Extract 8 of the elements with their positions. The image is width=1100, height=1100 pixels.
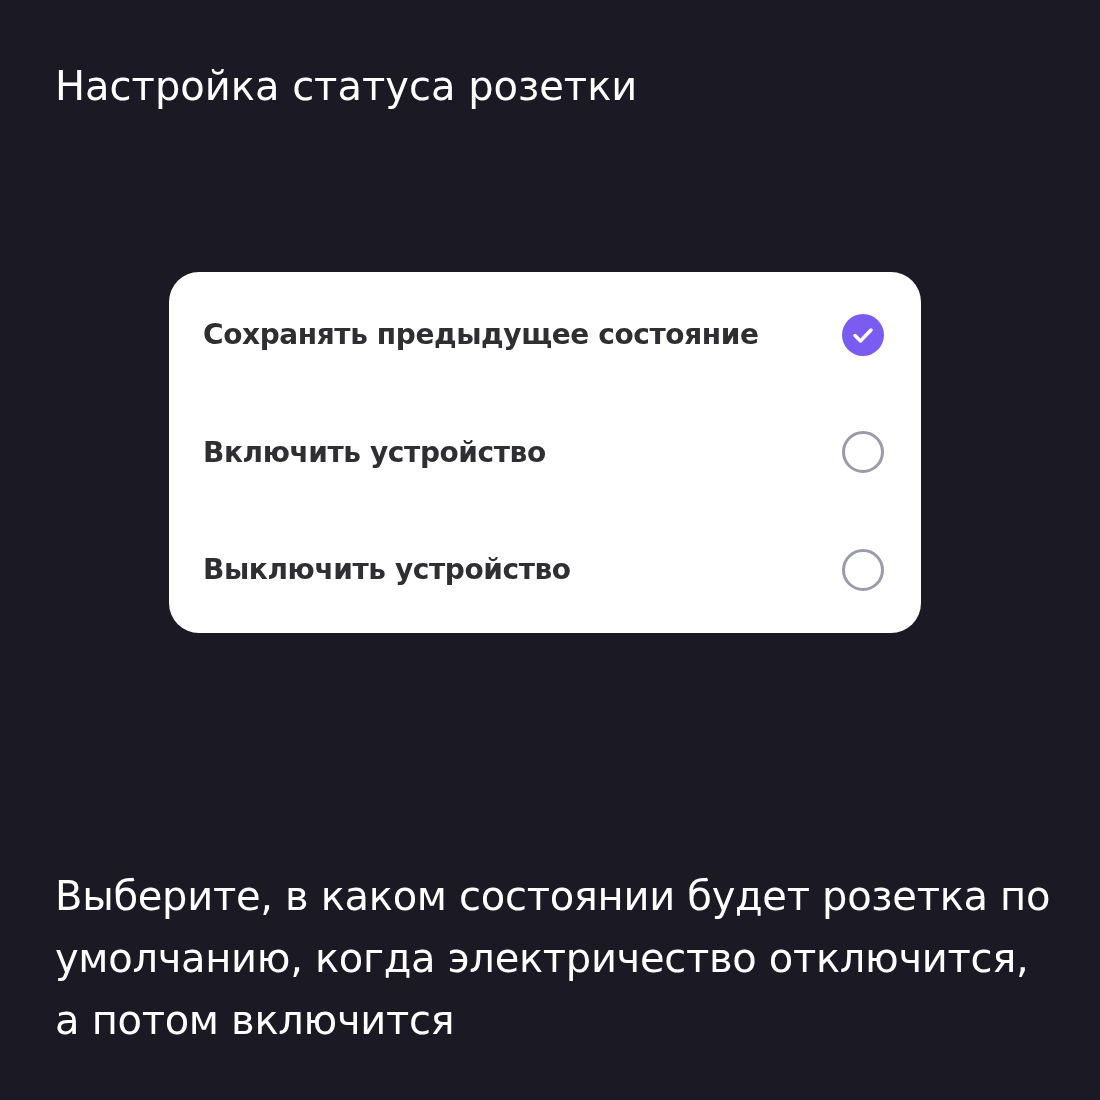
radio-button[interactable] [842,548,884,591]
radio-button[interactable] [842,431,884,474]
page-title: Настройка статуса розетки [55,62,639,111]
radio-checked-icon[interactable] [842,313,884,356]
option-label: Сохранять предыдущее состояние [203,318,759,352]
description-text: Выберите, в каком состоянии будет розетка по умолчанию, когда электричество отключится, а потом включится [55,871,1052,1045]
option-label: Включить устройство [203,435,546,469]
option-label: Выключить устройство [203,553,571,587]
